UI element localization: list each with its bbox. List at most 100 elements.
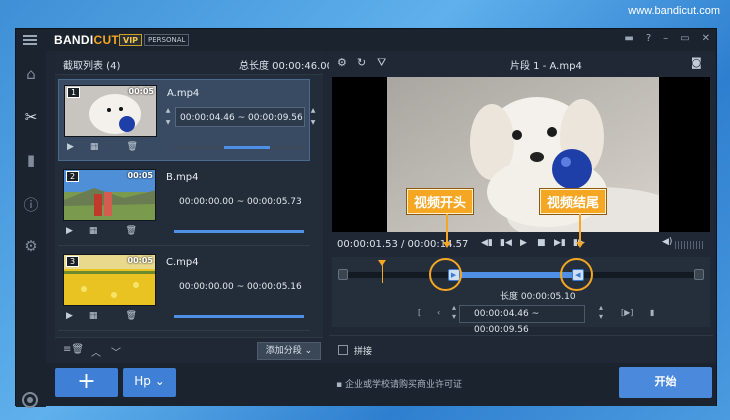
- cut-icon[interactable]: ✂: [16, 108, 46, 126]
- play-icon[interactable]: ▶: [520, 238, 527, 248]
- editor-footer: 拼接: [329, 335, 713, 363]
- clip-stepper-left[interactable]: ▲ ▼: [162, 105, 174, 129]
- gear-icon[interactable]: ⚙: [337, 56, 347, 69]
- end-highlight-circle: [560, 258, 593, 291]
- add-file-button[interactable]: +: [55, 368, 118, 397]
- trash-icon[interactable]: 🗑: [125, 226, 136, 236]
- selection-range-input[interactable]: 00:00:04.46 ~ 00:00:09.56: [459, 305, 585, 335]
- start-button[interactable]: 开始: [619, 367, 712, 398]
- video-preview[interactable]: [332, 77, 710, 232]
- total-length: 总长度 00:00:46.00: [239, 61, 333, 72]
- bracket-start-icon[interactable]: [: [418, 308, 421, 317]
- clip-item[interactable]: 3 00:05 C.mp4 00:00:00.00 ~ 00:00:05.16 ▶ ▦ 🗑: [58, 249, 310, 331]
- clip-progress: [175, 146, 305, 149]
- clip-range: 00:00:04.46 ~ 00:00:09.56: [180, 113, 303, 123]
- preview-selection-icon[interactable]: [▶]: [621, 308, 633, 317]
- sidebar: ⌂ ✂ ▮ ⓘ ⚙: [16, 51, 46, 408]
- menu-icon[interactable]: [23, 35, 37, 45]
- step-back-icon[interactable]: ▮◀: [500, 238, 512, 248]
- clip-duration: 00:05: [127, 171, 153, 180]
- clip-range: 00:00:00.00 ~ 00:00:05.16: [179, 282, 302, 292]
- playhead-line: [382, 265, 384, 283]
- callout-start-arrow: [446, 214, 448, 242]
- folder-icon[interactable]: ▬: [624, 33, 633, 44]
- play-icon[interactable]: ▶: [66, 311, 73, 321]
- clip-range: 00:00:00.00 ~ 00:00:05.73: [179, 197, 302, 207]
- range-stepper-right[interactable]: ▴ ▾: [599, 303, 603, 321]
- start-highlight-circle: [429, 258, 462, 291]
- clip-list-header: 截取列表 (4) 总长度 00:00:46.00: [55, 51, 333, 75]
- clip-item[interactable]: 2 00:05 B.mp4 00:00:00.00 ~ 00:00:05.73 ▶ ▦ 🗑: [58, 164, 310, 246]
- clip-progress: [174, 315, 304, 318]
- vip-badge: VIP: [119, 34, 143, 46]
- editor-panel: ⚙ ↻ ⛛ 片段 1 - A.mp4 ◙ 00:00:01.53 / 00:00…: [329, 51, 713, 363]
- delete-list-icon[interactable]: ≡🗑: [63, 344, 84, 355]
- format-icon: Hp: [134, 374, 151, 388]
- watermark: www.bandicut.com: [628, 5, 720, 17]
- volume-slider[interactable]: [675, 241, 705, 249]
- end-marker-icon[interactable]: ▮: [650, 308, 654, 317]
- maximize-icon[interactable]: ▭: [680, 33, 689, 44]
- range-stepper-left[interactable]: ▴ ▾: [452, 303, 456, 321]
- clip-progress: [174, 230, 304, 233]
- info-icon[interactable]: ⓘ: [16, 194, 46, 215]
- clip-list-panel: 截取列表 (4) 总长度 00:00:46.00 1 00:05 A.mp4 ▲ ▼ ▲ ▼…: [55, 51, 336, 363]
- timeline: ▶ ◀ 长度 00:00:05.10 [ ‹ 00:00:04.46 ~ 00:…: [332, 257, 710, 335]
- clip-filename: B.mp4: [166, 172, 199, 183]
- grid-icon[interactable]: ▦: [89, 311, 98, 321]
- camera-icon[interactable]: ◙: [691, 56, 702, 69]
- clip-number: 1: [67, 87, 81, 98]
- app-window: BANDICUT VIP PERSONAL ▬ ? – ▭ ✕ ⌂ ✂ ▮ ⓘ …: [15, 28, 717, 408]
- home-icon[interactable]: ⌂: [16, 65, 46, 83]
- clip-progress-fill: [224, 146, 270, 149]
- stop-icon[interactable]: ■: [537, 238, 546, 248]
- selection-length: 长度 00:00:05.10: [500, 292, 576, 302]
- editor-header: ⚙ ↻ ⛛ 片段 1 - A.mp4 ◙: [329, 51, 713, 75]
- prev-frame-icon[interactable]: ◀▮: [481, 238, 493, 248]
- editor-title: 片段 1 - A.mp4: [510, 61, 582, 72]
- record-icon[interactable]: [22, 392, 38, 408]
- film-icon[interactable]: ▮: [16, 151, 46, 169]
- clip-progress-fill: [174, 230, 304, 233]
- clip-list-title: 截取列表 (4): [63, 61, 121, 72]
- clip-filename: A.mp4: [167, 88, 200, 99]
- close-icon[interactable]: ✕: [702, 33, 710, 44]
- clip-thumbnail: 3 00:05: [63, 254, 156, 306]
- minimize-icon[interactable]: –: [663, 33, 668, 44]
- settings-icon[interactable]: ⚙: [16, 237, 46, 255]
- move-down-icon[interactable]: ﹀: [111, 344, 121, 359]
- timeline-end-knob[interactable]: [694, 269, 704, 280]
- trash-icon[interactable]: 🗑: [126, 142, 137, 152]
- grid-icon[interactable]: ▦: [89, 226, 98, 236]
- merge-checkbox[interactable]: [338, 345, 348, 355]
- trash-icon[interactable]: 🗑: [125, 311, 136, 321]
- clip-list-footer: ≡🗑 ︿ ﹀ 添加分段 ⌄: [55, 337, 323, 363]
- license-notice[interactable]: ▪ 企业或学校请购买商业许可证: [336, 377, 462, 390]
- message-icon: ▪: [336, 380, 345, 390]
- clip-item[interactable]: 1 00:05 A.mp4 ▲ ▼ ▲ ▼ 00:00:04.46 ~ 00:00:09.56…: [58, 79, 315, 161]
- clip-progress-fill: [174, 315, 304, 318]
- title-bar: BANDICUT VIP PERSONAL ▬ ? – ▭ ✕: [16, 29, 716, 51]
- grid-icon[interactable]: ▦: [90, 142, 99, 152]
- jump-start-icon[interactable]: ‹: [437, 308, 440, 317]
- volume-icon[interactable]: ◀): [662, 237, 672, 247]
- move-up-icon[interactable]: ︿: [91, 344, 101, 359]
- step-forward-icon[interactable]: ▶▮: [554, 238, 566, 248]
- output-format-button[interactable]: Hp ⌄: [123, 368, 176, 397]
- clip-stepper-right[interactable]: ▲ ▼: [307, 105, 319, 129]
- play-icon[interactable]: ▶: [67, 142, 74, 152]
- play-icon[interactable]: ▶: [66, 226, 73, 236]
- clip-duration: 00:05: [128, 87, 154, 96]
- timeline-start-knob[interactable]: [338, 269, 348, 280]
- clip-number: 2: [66, 171, 80, 182]
- help-icon[interactable]: ?: [646, 33, 651, 44]
- add-segment-button[interactable]: 添加分段 ⌄: [257, 342, 321, 360]
- callout-end-arrowhead: [576, 242, 584, 248]
- rotate-icon[interactable]: ↻: [357, 56, 366, 69]
- flip-icon[interactable]: ⛛: [377, 56, 386, 70]
- clip-thumbnail: 2 00:05: [63, 169, 156, 221]
- clip-filename: C.mp4: [166, 257, 199, 268]
- merge-label: 拼接: [354, 347, 373, 357]
- callout-video-end: 视频结尾: [540, 189, 607, 214]
- app-logo: BANDICUT: [54, 33, 120, 47]
